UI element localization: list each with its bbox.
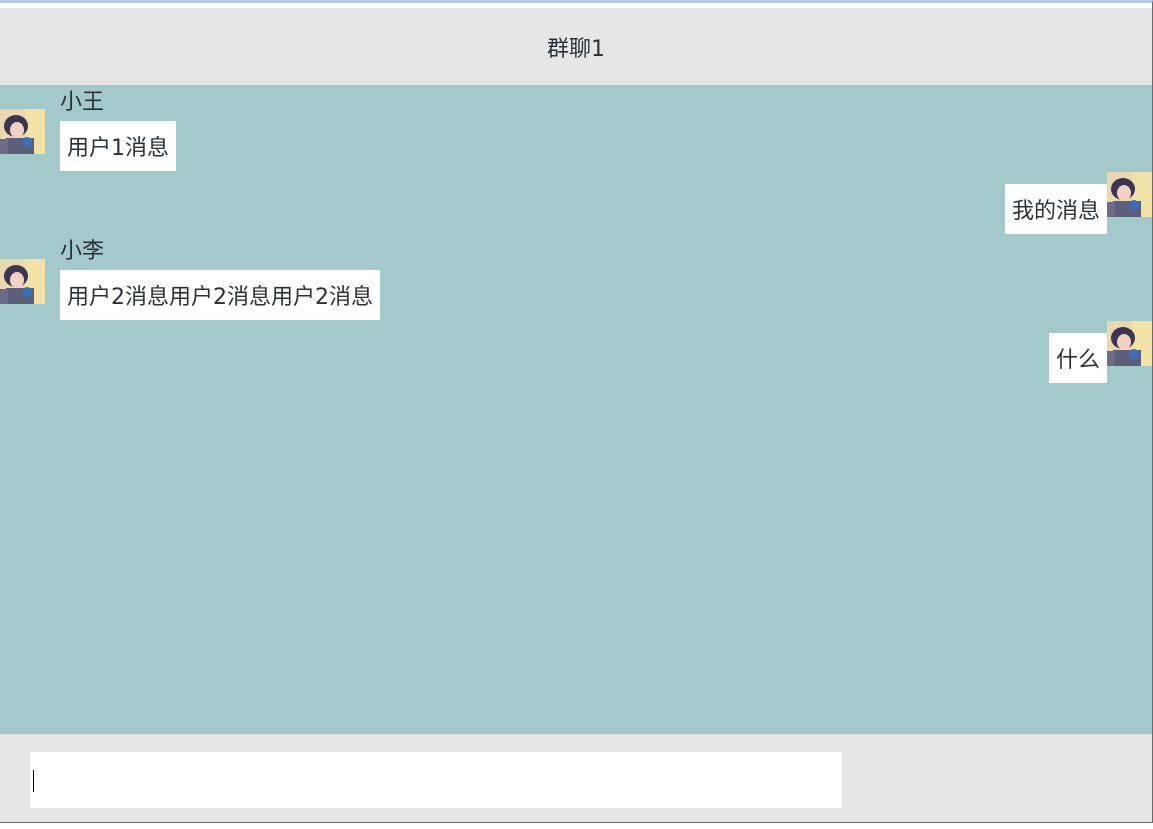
message-input[interactable] xyxy=(30,752,842,808)
avatar-icon[interactable] xyxy=(1107,321,1152,366)
chat-title: 群聊1 xyxy=(547,36,605,62)
avatar-icon[interactable] xyxy=(1107,172,1152,217)
sender-name: 小李 xyxy=(60,239,105,264)
text-caret xyxy=(33,770,34,792)
chat-header: 群聊1 xyxy=(0,8,1152,85)
message-list[interactable]: 小王 用户1消息 我的消息 小李 用户2消息用户2消息用户2消息 什么 xyxy=(0,85,1152,734)
avatar-icon[interactable] xyxy=(0,259,45,304)
message-bubble[interactable]: 什么 xyxy=(1048,333,1107,383)
chat-window: 群聊1 小王 用户1消息 我的消息 小李 用户2消息用户2消息用户2消息 什么 xyxy=(0,0,1153,823)
avatar-icon[interactable] xyxy=(0,109,45,154)
sender-name: 小王 xyxy=(60,90,105,115)
message-bubble[interactable]: 我的消息 xyxy=(1004,184,1107,234)
message-bubble[interactable]: 用户1消息 xyxy=(60,121,176,171)
message-bubble[interactable]: 用户2消息用户2消息用户2消息 xyxy=(60,270,380,320)
composer-bar xyxy=(0,734,1152,822)
